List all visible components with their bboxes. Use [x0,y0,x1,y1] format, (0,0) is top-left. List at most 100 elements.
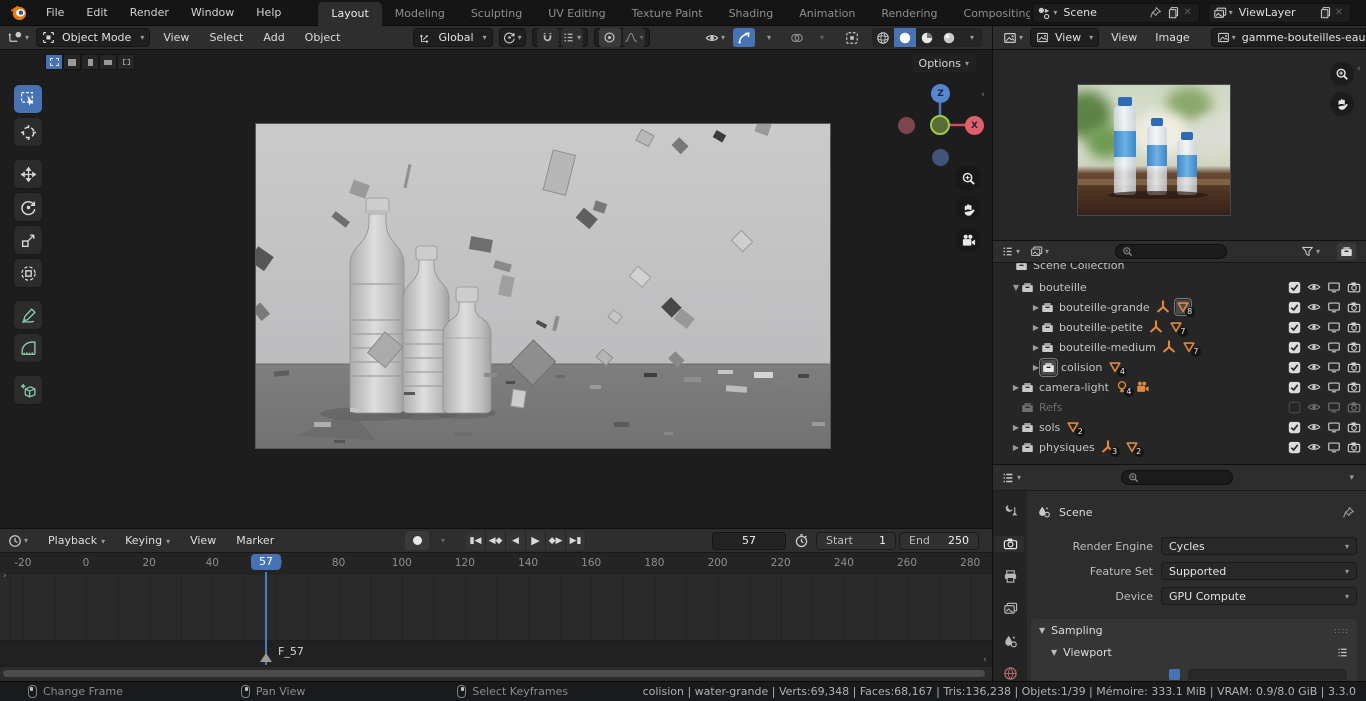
eye-icon[interactable] [1307,380,1321,394]
viewport-disable-icon[interactable] [1327,420,1341,434]
region-expand-icon[interactable]: › [3,571,7,581]
tab-animation[interactable]: Animation [786,2,868,26]
outliner-row-physiques[interactable]: ▶ physiques 3 2 [993,437,1366,457]
viewlayer-name[interactable]: ViewLayer [1233,6,1319,19]
scene-name[interactable]: Scene [1057,6,1149,19]
viewport-disable-icon[interactable] [1327,380,1341,394]
expand-icon[interactable]: ▼ [1011,283,1021,292]
tool-annotate[interactable] [13,300,43,330]
tool-scale[interactable] [13,225,43,255]
render-disable-icon[interactable] [1347,380,1361,394]
presets-icon[interactable] [1336,646,1349,659]
feature-set-dropdown[interactable]: Supported▾ [1161,562,1357,580]
render-disable-icon[interactable] [1347,360,1361,374]
image-datablock-selector[interactable]: ▾ gamme-bouteilles-eau-l [1211,28,1366,47]
overlays-dropdown[interactable]: ▾ [810,28,832,47]
preview-range-button[interactable] [794,533,809,548]
timeline-channels[interactable] [0,575,992,641]
menu-marker[interactable]: Marker [226,534,284,547]
timeline-scrollbar[interactable] [3,670,985,677]
show-visibility-dropdown[interactable]: ▾ [704,28,726,47]
start-frame-field[interactable]: Start1 [816,532,896,550]
current-frame-field[interactable]: 57 [712,532,786,550]
shading-wireframe[interactable] [872,28,894,47]
render-disable-icon[interactable] [1347,440,1361,454]
gizmo-dropdown[interactable]: ▾ [757,28,779,47]
options-button[interactable]: Options▾ [912,54,976,72]
pin-icon[interactable] [1149,6,1162,19]
checkbox-icon[interactable] [1288,301,1301,314]
menu-window[interactable]: Window [180,0,245,26]
tool-rotate[interactable] [13,192,43,222]
playhead-frame-badge[interactable]: 57 [251,554,281,570]
tool-select-box[interactable] [13,84,43,114]
axis-neg-x-handle[interactable] [898,117,915,134]
image-pan-button[interactable] [1330,92,1354,116]
outliner-row-bouteille[interactable]: ▼ bouteille [993,277,1366,297]
eye-icon[interactable] [1307,420,1321,434]
snap-target-dropdown[interactable]: ▾ [561,28,583,47]
pivot-point-dropdown[interactable]: ▾ [499,28,526,47]
image-mode-dropdown[interactable]: View▾ [1030,28,1099,47]
unlink-scene-icon[interactable]: ✕ [1180,7,1194,18]
menu-playback[interactable]: Playback▾ [38,534,115,547]
render-disable-icon[interactable] [1347,300,1361,314]
viewport-zoom-button[interactable] [955,165,981,191]
render-disable-icon[interactable] [1347,280,1361,294]
editor-type-timeline[interactable]: ▾ [0,534,28,548]
select-mode-extend[interactable] [63,54,81,70]
play-button[interactable]: ▶ [526,531,546,550]
tool-measure[interactable] [13,333,43,363]
tab-output[interactable] [996,568,1024,585]
expand-icon[interactable]: ▶ [1011,423,1021,432]
tab-shading[interactable]: Shading [716,2,787,26]
viewport-camera-button[interactable] [955,227,981,253]
outliner-row-colision[interactable]: ▶ colision 4 [993,357,1366,377]
new-collection-button[interactable] [1337,243,1356,261]
render-engine-dropdown[interactable]: Cycles▾ [1161,537,1357,555]
prev-keyframe-button[interactable]: ◀◆ [486,531,506,550]
prev-frame-button[interactable]: ◀ [506,531,526,550]
remove-viewlayer-icon[interactable]: ✕ [1332,7,1346,18]
new-scene-icon[interactable] [1167,6,1180,19]
checkbox-icon[interactable] [1288,361,1301,374]
image-zoom-button[interactable] [1330,62,1354,86]
checkbox-icon[interactable] [1169,669,1180,680]
expand-icon[interactable]: ▶ [1031,303,1041,312]
eye-icon[interactable] [1307,300,1321,314]
viewlayer-selector[interactable]: ▾ ViewLayer ✕ [1208,3,1351,23]
sampling-panel-header[interactable]: ▼ Sampling :::: [1031,619,1357,641]
viewport-disable-icon[interactable] [1327,360,1341,374]
viewport-disable-icon[interactable] [1327,340,1341,354]
tool-transform[interactable] [13,258,43,288]
tool-add-cube[interactable] [13,375,43,405]
expand-icon[interactable]: ▶ [1031,343,1041,352]
outliner-display-mode[interactable]: ▾ [1030,245,1049,258]
axis-x-handle[interactable]: X [965,116,984,135]
outliner-row-scene-collection[interactable]: Scene Collection [993,263,1366,275]
timeline-marker-band[interactable] [0,641,992,667]
scene-browse-icon[interactable] [1037,6,1051,20]
menu-image[interactable]: Image [1146,31,1198,44]
tab-layout[interactable]: Layout [318,2,381,26]
checkbox-icon[interactable] [1288,421,1301,434]
eye-icon[interactable] [1307,400,1321,414]
menu-file[interactable]: File [35,0,75,26]
menu-edit[interactable]: Edit [75,0,118,26]
tab-sculpting[interactable]: Sculpting [458,2,535,26]
new-viewlayer-icon[interactable] [1319,6,1332,19]
outliner-row-bouteille-medium[interactable]: ▶ bouteille-medium 7 [993,337,1366,357]
outliner-row-bouteille-grande[interactable]: ▶ bouteille-grande 8 [993,297,1366,317]
marker-triangle-icon[interactable] [260,653,272,662]
outliner-search-input[interactable] [1115,244,1227,259]
checkbox-icon[interactable] [1288,321,1301,334]
render-disable-icon[interactable] [1347,320,1361,334]
viewport-disable-icon[interactable] [1327,280,1341,294]
snap-toggle[interactable] [537,28,559,47]
properties-options-icon[interactable]: ▾ [1349,473,1354,483]
drag-handle-icon[interactable]: :::: [1334,626,1349,635]
editor-type-outliner[interactable]: ▾ [993,245,1020,258]
region-collapse-icon[interactable]: ‹ [983,655,987,665]
pin-icon[interactable] [1342,506,1355,519]
value-field-clipped[interactable] [1188,669,1347,680]
